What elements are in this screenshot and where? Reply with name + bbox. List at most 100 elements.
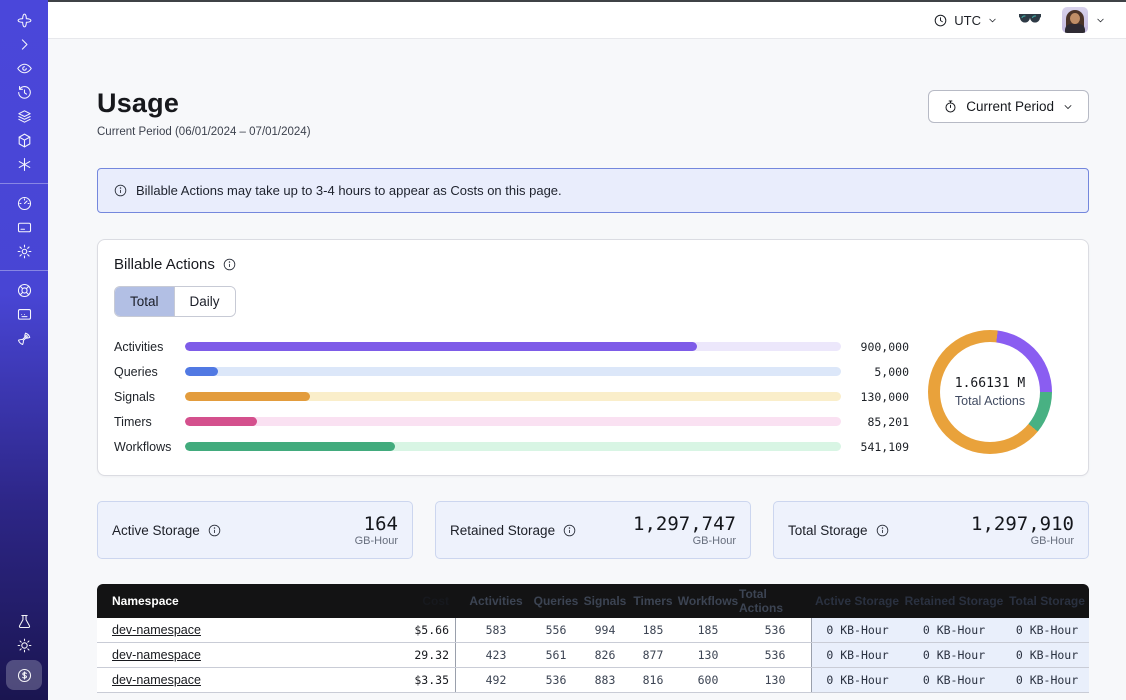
col-header-signals: Signals (581, 584, 629, 618)
gauge-icon[interactable] (9, 191, 39, 215)
col-header-namespace: Namespace (97, 584, 347, 618)
page-title: Usage (97, 88, 311, 119)
asterisk-icon[interactable] (9, 152, 39, 176)
tab-total[interactable]: Total (115, 287, 174, 316)
namespace-link[interactable]: dev-namespace (112, 673, 201, 687)
tab-daily[interactable]: Daily (174, 287, 235, 316)
namespace-usage-table: Namespace Cost Activities Queries Signal… (97, 584, 1089, 693)
cell-timers: 877 (629, 643, 677, 667)
total-storage-card: Total Storage 1,297,910 GB-Hour (773, 501, 1089, 559)
retained-storage-card: Retained Storage 1,297,747 GB-Hour (435, 501, 751, 559)
cell-retained-storage: 0 KB-Hour (903, 668, 1005, 692)
clock-icon (933, 13, 948, 28)
storage-card-value: 1,297,910 (971, 514, 1074, 534)
flask-icon[interactable] (9, 609, 39, 633)
cell-active-storage: 0 KB-Hour (811, 618, 903, 642)
cell-total-actions: 536 (739, 643, 811, 667)
cell-total-storage: 0 KB-Hour (1005, 643, 1089, 667)
info-icon[interactable] (562, 523, 577, 538)
sun-icon[interactable] (9, 633, 39, 657)
cell-total-actions: 536 (739, 618, 811, 642)
main-content: Usage Current Period (06/01/2024 – 07/01… (48, 39, 1126, 700)
collapse-chevron-icon[interactable] (9, 32, 39, 56)
credit-card-icon[interactable] (9, 215, 39, 239)
cell-total-storage: 0 KB-Hour (1005, 668, 1089, 692)
col-header-activities: Activities (461, 584, 531, 618)
bar-value: 85,201 (847, 415, 909, 429)
account-menu[interactable] (1062, 7, 1106, 33)
timezone-selector[interactable]: UTC (933, 13, 998, 28)
info-icon[interactable] (207, 523, 222, 538)
bar-fill (185, 442, 395, 451)
terminal-screen-icon[interactable] (9, 302, 39, 326)
bar-value: 130,000 (847, 390, 909, 404)
cell-workflows: 600 (677, 668, 739, 692)
namespace-link[interactable]: dev-namespace (112, 648, 201, 662)
cell-signals: 826 (581, 643, 629, 667)
table-row: dev-namespace $3.35 492 536 883 816 600 … (97, 668, 1089, 693)
bar-track (185, 342, 841, 351)
avatar[interactable] (1062, 7, 1088, 33)
storage-card-label: Retained Storage (450, 523, 555, 538)
namespace-link[interactable]: dev-namespace (112, 623, 201, 637)
bar-track (185, 392, 841, 401)
topbar: UTC (48, 0, 1126, 39)
bar-label: Queries (114, 365, 185, 379)
storage-card-value: 164 (355, 514, 398, 534)
bar-row-activities: Activities 900,000 (114, 334, 909, 359)
bar-fill (185, 342, 697, 351)
info-banner: Billable Actions may take up to 3-4 hour… (97, 168, 1089, 213)
info-icon[interactable] (113, 183, 128, 198)
bar-fill (185, 392, 310, 401)
bar-row-queries: Queries 5,000 (114, 359, 909, 384)
col-header-cost: Cost (347, 584, 449, 618)
total-actions-donut: 1.66131 M Total Actions (928, 330, 1052, 454)
sidebar (0, 0, 48, 700)
bar-track (185, 442, 841, 451)
glasses-icon[interactable] (1018, 13, 1042, 27)
bar-value: 541,109 (847, 440, 909, 454)
lifebuoy-icon[interactable] (9, 278, 39, 302)
layers-icon[interactable] (9, 104, 39, 128)
donut-value: 1.66131 M (955, 376, 1025, 391)
donut-label: Total Actions (955, 394, 1025, 408)
stopwatch-icon (943, 99, 958, 114)
current-period-dropdown[interactable]: Current Period (928, 90, 1089, 123)
cell-timers: 185 (629, 618, 677, 642)
bar-row-timers: Timers 85,201 (114, 409, 909, 434)
bar-fill (185, 417, 257, 426)
col-header-retained-storage: Retained Storage (903, 584, 1005, 618)
cell-activities: 583 (461, 618, 531, 642)
cell-total-storage: 0 KB-Hour (1005, 618, 1089, 642)
active-storage-card: Active Storage 164 GB-Hour (97, 501, 413, 559)
billable-actions-title: Billable Actions (114, 256, 215, 273)
timezone-label: UTC (954, 13, 981, 28)
storage-card-unit: GB-Hour (355, 535, 398, 547)
cell-active-storage: 0 KB-Hour (811, 668, 903, 692)
cell-queries: 536 (531, 668, 581, 692)
eye-icon[interactable] (9, 56, 39, 80)
storage-card-value: 1,297,747 (633, 514, 736, 534)
info-icon[interactable] (875, 523, 890, 538)
cell-cost: $5.66 (347, 618, 449, 642)
storage-card-unit: GB-Hour (633, 535, 736, 547)
temporal-logo-icon[interactable] (9, 8, 39, 32)
gear-icon[interactable] (9, 239, 39, 263)
active-nav-highlight (6, 660, 42, 690)
dollar-coin-icon[interactable] (9, 663, 39, 687)
chevron-down-icon (1062, 101, 1074, 113)
bar-label: Timers (114, 415, 185, 429)
storage-card-label: Total Storage (788, 523, 868, 538)
storage-card-label: Active Storage (112, 523, 200, 538)
cube-icon[interactable] (9, 128, 39, 152)
billable-actions-card: Billable Actions Total Daily Activities … (97, 239, 1089, 476)
cell-timers: 816 (629, 668, 677, 692)
col-header-workflows: Workflows (677, 584, 739, 618)
page-subtitle: Current Period (06/01/2024 – 07/01/2024) (97, 126, 311, 138)
rocket-icon[interactable] (9, 326, 39, 350)
bar-track (185, 367, 841, 376)
info-icon[interactable] (222, 257, 237, 272)
bar-fill (185, 367, 218, 376)
history-clock-icon[interactable] (9, 80, 39, 104)
cell-active-storage: 0 KB-Hour (811, 643, 903, 667)
